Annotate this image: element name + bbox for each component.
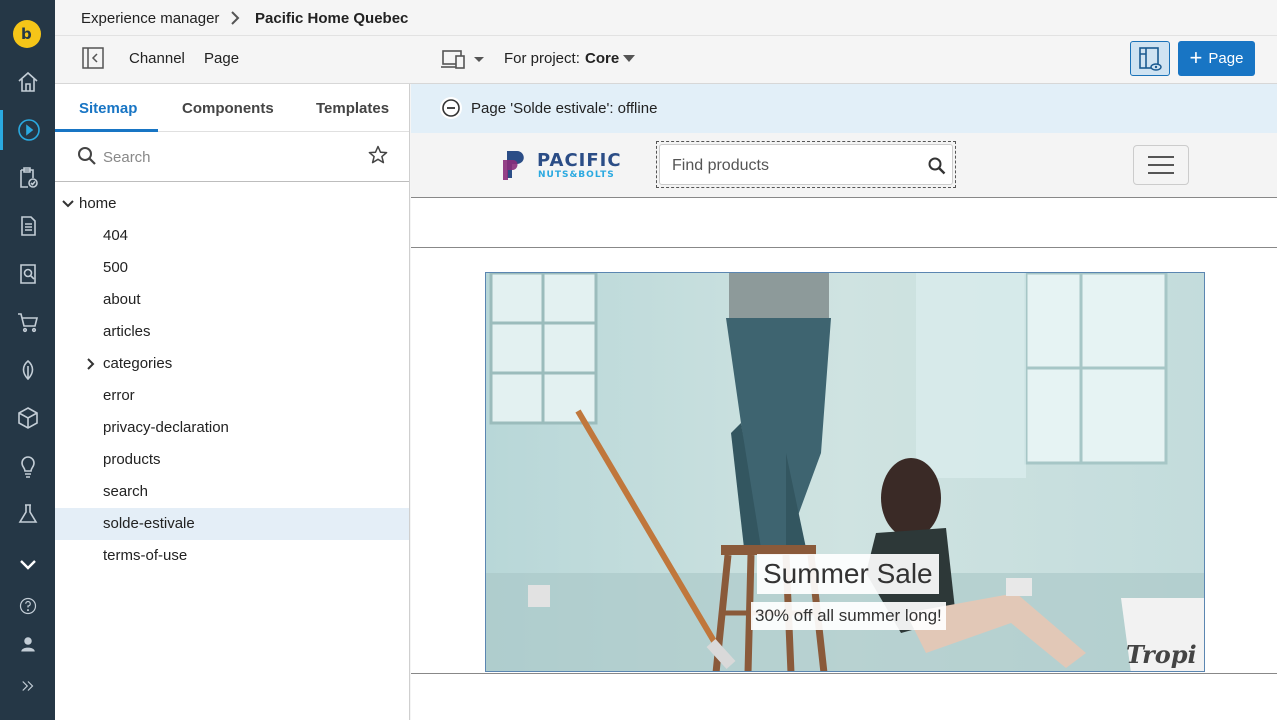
documents-icon[interactable] <box>0 206 55 246</box>
hero-title: Summer Sale <box>757 554 939 594</box>
help-icon[interactable] <box>0 586 55 626</box>
flask-icon[interactable] <box>0 494 55 534</box>
hero-subtitle: 30% off all summer long! <box>751 602 946 630</box>
tree-node[interactable]: products <box>55 444 409 476</box>
tree-node[interactable]: terms-of-use <box>55 540 409 572</box>
expand-icon[interactable] <box>0 666 55 706</box>
chevron-down-icon[interactable] <box>61 197 75 211</box>
breadcrumb: Experience manager Pacific Home Quebec <box>55 0 1277 36</box>
search-icon[interactable] <box>928 157 946 175</box>
star-icon[interactable] <box>368 145 388 165</box>
tab-sitemap[interactable]: Sitemap <box>79 100 137 117</box>
svg-text:NUTS&BOLTS: NUTS&BOLTS <box>538 170 615 180</box>
tree-node-selected[interactable]: solde-estivale <box>55 508 409 540</box>
svg-text:Tropi: Tropi <box>1126 640 1197 669</box>
nav-rail: b <box>0 0 55 720</box>
box-icon[interactable] <box>0 398 55 438</box>
tree-node[interactable]: privacy-declaration <box>55 412 409 444</box>
tree-node[interactable]: search <box>55 476 409 508</box>
toolbar: Channel Page For project: Core + Page <box>55 36 1277 84</box>
project-label: For project: <box>504 50 580 67</box>
tree-node[interactable]: articles <box>55 316 409 348</box>
offline-icon <box>440 97 462 119</box>
lightbulb-icon[interactable] <box>0 446 55 486</box>
add-page-label: Page <box>1208 50 1244 67</box>
component-container[interactable] <box>411 673 1277 720</box>
tree-node[interactable]: about <box>55 284 409 316</box>
device-selector-icon[interactable] <box>441 48 489 70</box>
tab-templates[interactable]: Templates <box>316 100 389 117</box>
projects-icon[interactable] <box>0 158 55 198</box>
sitemap-search <box>55 132 409 182</box>
page-status-bar: Page 'Solde estivale': offline <box>411 84 1277 133</box>
experience-manager-icon[interactable] <box>0 110 55 150</box>
user-icon[interactable] <box>0 624 55 664</box>
channel-menu[interactable]: Channel <box>129 50 185 67</box>
page-preview: Page 'Solde estivale': offline PACIFIC N… <box>411 84 1277 720</box>
sitemap-tree: home 404 500 about articles categories e… <box>55 182 409 572</box>
tab-components[interactable]: Components <box>182 100 274 117</box>
search-input[interactable] <box>103 144 353 170</box>
leaf-icon[interactable] <box>0 350 55 390</box>
site-search-component[interactable]: Find products <box>656 141 956 188</box>
brand-logo[interactable]: PACIFIC NUTS&BOLTS <box>501 147 641 183</box>
chevron-right-icon[interactable] <box>84 357 98 371</box>
content-search-icon[interactable] <box>0 254 55 294</box>
add-page-button[interactable]: + Page <box>1178 41 1255 76</box>
page-status-text: Page 'Solde estivale': offline <box>471 100 658 117</box>
breadcrumb-current: Pacific Home Quebec <box>255 10 409 27</box>
svg-text:PACIFIC: PACIFIC <box>537 150 622 171</box>
tree-node[interactable]: 404 <box>55 220 409 252</box>
tree-node[interactable]: 500 <box>55 252 409 284</box>
sidebar: Sitemap Components Templates home 404 50… <box>55 84 410 720</box>
logo-icon[interactable]: b <box>13 20 41 48</box>
hamburger-menu-icon[interactable] <box>1133 145 1189 185</box>
search-icon <box>78 147 96 165</box>
hero-banner[interactable]: Tropi Summer Sale 30% off all summer lon… <box>485 272 1205 672</box>
empty-component-container[interactable] <box>411 199 1277 248</box>
chevron-down-icon[interactable] <box>0 544 55 584</box>
tree-node[interactable]: error <box>55 380 409 412</box>
preview-toggle-button[interactable] <box>1130 41 1170 76</box>
page-menu[interactable]: Page <box>204 50 239 67</box>
site-search-input[interactable]: Find products <box>659 144 953 185</box>
project-selector[interactable]: Core <box>585 50 619 67</box>
tree-node-categories[interactable]: categories <box>55 348 409 380</box>
toggle-sidebar-icon[interactable] <box>82 47 104 69</box>
chevron-right-icon <box>231 11 240 25</box>
sidebar-tabs: Sitemap Components Templates <box>55 84 409 132</box>
page-preview-icon <box>1139 46 1162 71</box>
home-icon[interactable] <box>0 62 55 102</box>
cart-icon[interactable] <box>0 302 55 342</box>
breadcrumb-parent[interactable]: Experience manager <box>81 10 219 27</box>
tree-node-home[interactable]: home <box>55 188 409 220</box>
plus-icon: + <box>1189 44 1203 70</box>
caret-down-icon[interactable] <box>623 55 635 63</box>
site-header: PACIFIC NUTS&BOLTS Find products <box>411 133 1277 198</box>
